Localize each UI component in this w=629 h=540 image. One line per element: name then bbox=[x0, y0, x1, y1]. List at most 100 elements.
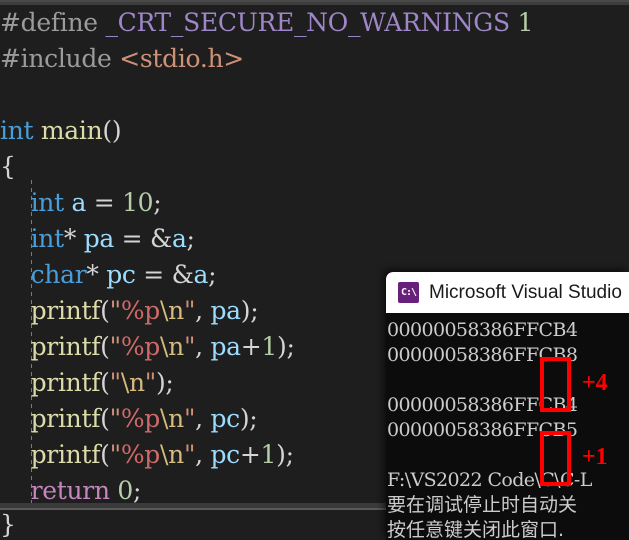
code-line: int a = 10; bbox=[0, 185, 629, 221]
annotation-plus-1: +1 bbox=[582, 444, 608, 470]
code-token: " bbox=[183, 332, 196, 361]
code-token: \n bbox=[160, 404, 184, 433]
code-token: ; bbox=[186, 224, 195, 253]
code-token: 1 bbox=[517, 8, 534, 37]
code-token: ( bbox=[100, 296, 110, 325]
code-token: * bbox=[63, 224, 77, 253]
code-token: pc bbox=[210, 440, 240, 469]
code-token: 10 bbox=[122, 188, 154, 217]
code-token: pc bbox=[106, 260, 136, 289]
code-token: %p bbox=[120, 404, 160, 433]
console-window[interactable]: C:\ Microsoft Visual Studio 00000058386F… bbox=[386, 272, 629, 540]
code-token: , bbox=[195, 404, 211, 433]
code-token: int bbox=[30, 224, 65, 253]
console-output-line: 00000058386FFCB4 bbox=[387, 319, 578, 341]
code-token: + bbox=[239, 440, 261, 469]
code-token: \n bbox=[160, 332, 184, 361]
code-token: ( bbox=[100, 404, 110, 433]
code-token: , bbox=[195, 296, 211, 325]
code-token: () bbox=[102, 116, 122, 145]
code-token: 1 bbox=[260, 440, 277, 469]
code-token: ; bbox=[133, 476, 142, 505]
code-token: " bbox=[144, 368, 157, 397]
code-token: " bbox=[109, 296, 122, 325]
code-token: = bbox=[86, 188, 123, 217]
code-token: " bbox=[109, 332, 122, 361]
console-output-line: 00000058386FFCB8 bbox=[387, 344, 578, 366]
code-token: ); bbox=[155, 368, 174, 397]
screenshot-root: #define _CRT_SECURE_NO_WARNINGS 1 #includ… bbox=[0, 0, 629, 540]
code-token: " bbox=[183, 296, 196, 325]
code-token: return bbox=[30, 476, 110, 505]
code-token: " bbox=[109, 440, 122, 469]
code-token: \n bbox=[120, 368, 145, 397]
code-token: ( bbox=[100, 332, 110, 361]
code-token: main bbox=[40, 116, 103, 145]
code-line: #define _CRT_SECURE_NO_WARNINGS 1 bbox=[0, 5, 629, 41]
code-token: ); bbox=[240, 296, 259, 325]
code-token: pa bbox=[83, 224, 115, 253]
console-output-line: 要在调试停止时自动关 bbox=[387, 494, 578, 516]
code-token: + bbox=[240, 332, 262, 361]
code-token: ( bbox=[100, 440, 110, 469]
code-token: a bbox=[71, 188, 87, 217]
code-token: pc bbox=[210, 404, 240, 433]
code-token: #define bbox=[0, 8, 106, 37]
code-token: & bbox=[171, 260, 194, 289]
code-token: " bbox=[183, 404, 196, 433]
code-token: " bbox=[183, 440, 196, 469]
console-output-area[interactable]: 00000058386FFCB4 00000058386FFCB8 00000058… bbox=[386, 313, 629, 540]
code-token: printf bbox=[30, 440, 101, 469]
code-line: int* pa = &a; bbox=[0, 221, 629, 257]
code-token: pa bbox=[210, 296, 241, 325]
code-token: <stdio.h> bbox=[119, 44, 244, 73]
code-token: #include bbox=[0, 44, 120, 73]
window-chrome-strip-highlight bbox=[0, 0, 629, 2]
console-lines-container: 00000058386FFCB4 00000058386FFCB8 00000058… bbox=[386, 318, 629, 540]
code-token: char bbox=[30, 260, 87, 289]
code-line: #include <stdio.h> bbox=[0, 41, 629, 77]
console-title-bar[interactable]: C:\ Microsoft Visual Studio bbox=[386, 272, 629, 313]
code-line: { bbox=[0, 149, 629, 185]
code-token: = bbox=[114, 224, 150, 253]
code-line: int main() bbox=[0, 113, 629, 149]
code-token: ( bbox=[100, 368, 110, 397]
code-token: int bbox=[0, 116, 34, 145]
code-token: _CRT_SECURE_NO_WARNINGS bbox=[105, 8, 510, 37]
code-token: " bbox=[109, 404, 122, 433]
console-app-icon: C:\ bbox=[398, 282, 419, 303]
code-token: ); bbox=[277, 332, 295, 361]
code-token: 0 bbox=[117, 476, 134, 505]
code-token: * bbox=[86, 260, 99, 289]
code-token: printf bbox=[30, 368, 101, 397]
code-token: \n bbox=[160, 440, 184, 469]
code-token: a bbox=[171, 224, 187, 253]
code-token: %p bbox=[120, 440, 160, 469]
console-output-line: 00000058386FFCB4 bbox=[387, 394, 578, 416]
console-title-text: Microsoft Visual Studio bbox=[429, 281, 622, 303]
console-output-line: 00000058386FFCB5 bbox=[387, 419, 578, 441]
code-token: ; bbox=[208, 260, 217, 289]
code-token: a bbox=[193, 260, 209, 289]
console-icon-glyph: C:\ bbox=[400, 287, 417, 298]
code-token: = bbox=[135, 260, 172, 289]
code-token: %p bbox=[120, 296, 160, 325]
code-token: int bbox=[30, 188, 65, 217]
code-token: " bbox=[109, 368, 122, 397]
code-token: , bbox=[195, 440, 211, 469]
code-token: { bbox=[0, 152, 16, 181]
code-token: & bbox=[149, 224, 172, 253]
code-token: printf bbox=[30, 332, 101, 361]
